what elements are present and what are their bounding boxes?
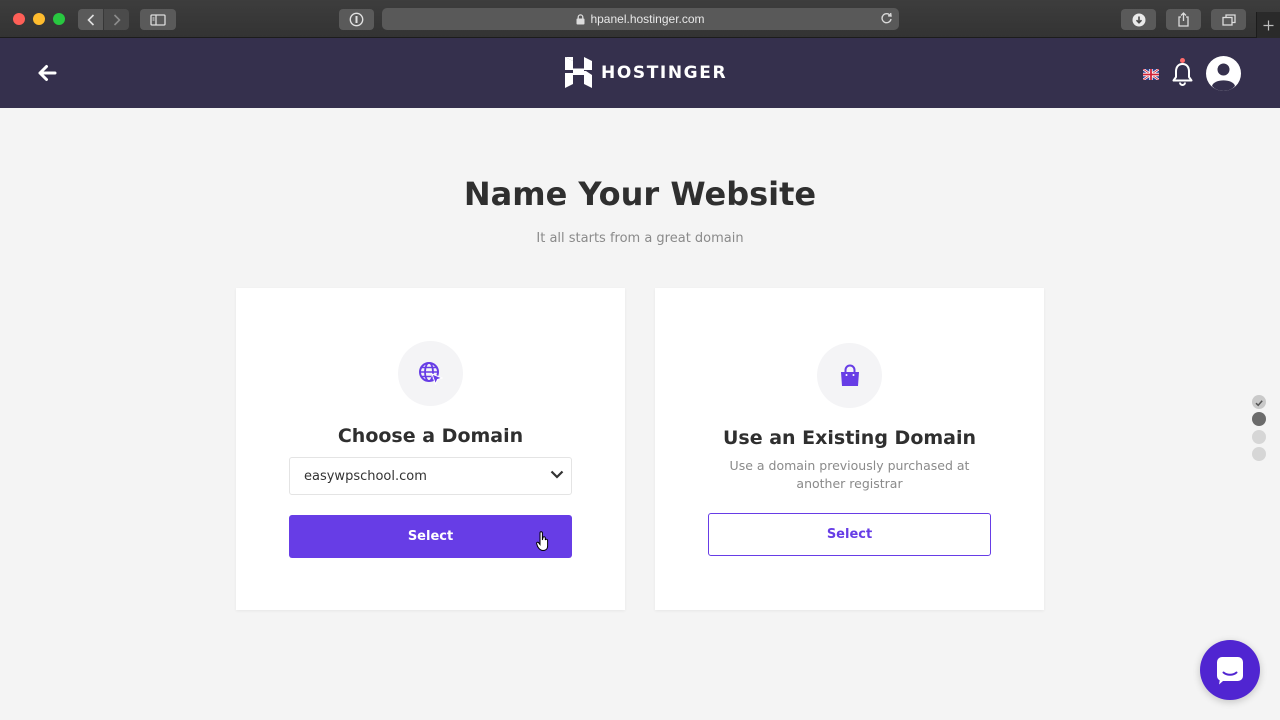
share-button[interactable] — [1166, 9, 1201, 30]
hand-cursor-icon — [536, 531, 549, 551]
user-icon — [1212, 63, 1235, 91]
globe-cursor-icon — [418, 361, 443, 385]
app-header: HOSTINGER — [0, 38, 1280, 108]
chevron-left-icon — [86, 13, 94, 26]
close-window-button[interactable] — [13, 13, 25, 25]
check-icon — [1255, 400, 1263, 407]
step-dot-1[interactable] — [1252, 395, 1266, 409]
existing-domain-select-button[interactable]: Select — [708, 513, 991, 556]
password-manager-button[interactable] — [339, 9, 374, 30]
chat-launcher-button[interactable] — [1200, 640, 1260, 700]
hostinger-logo-icon — [565, 57, 592, 88]
password-icon — [349, 12, 364, 27]
existing-domain-card: Use an Existing Domain Use a domain prev… — [655, 288, 1044, 610]
minimize-window-button[interactable] — [33, 13, 45, 25]
notification-dot — [1180, 58, 1185, 63]
address-bar[interactable]: hpanel.hostinger.com — [382, 8, 899, 30]
step-dot-3[interactable] — [1252, 430, 1266, 444]
existing-domain-icon-wrap — [817, 343, 882, 408]
choose-domain-card: Choose a Domain easywpschool.com Select — [236, 288, 625, 610]
domain-select[interactable]: easywpschool.com — [289, 457, 572, 495]
step-dot-4[interactable] — [1252, 447, 1266, 461]
choose-domain-title: Choose a Domain — [337, 425, 524, 447]
browser-toolbar: hpanel.hostinger.com — [0, 0, 1280, 38]
step-dot-2[interactable] — [1252, 412, 1266, 426]
brand-name: HOSTINGER — [601, 62, 728, 83]
share-icon — [1178, 12, 1189, 27]
browser-forward-button[interactable] — [104, 9, 129, 30]
chevron-down-icon — [550, 470, 564, 479]
url-text: hpanel.hostinger.com — [590, 12, 705, 26]
choose-domain-select-button[interactable]: Select — [289, 515, 572, 558]
download-icon — [1132, 13, 1145, 26]
history-navigation — [78, 9, 129, 30]
shopping-bag-icon — [840, 364, 859, 386]
sidebar-icon — [150, 13, 166, 26]
reload-icon[interactable] — [880, 12, 893, 25]
user-avatar[interactable] — [1206, 56, 1241, 91]
brand-logo[interactable]: HOSTINGER — [565, 57, 727, 88]
new-tab-button[interactable] — [1256, 12, 1280, 38]
zoom-window-button[interactable] — [53, 13, 65, 25]
existing-domain-title: Use an Existing Domain — [722, 427, 977, 449]
chevron-right-icon — [113, 13, 121, 26]
existing-domain-description: Use a domain previously purchased at ano… — [729, 458, 970, 491]
page-subtitle: It all starts from a great domain — [536, 231, 744, 246]
sidebar-toggle-button[interactable] — [140, 9, 176, 30]
tabs-icon — [1221, 13, 1236, 26]
back-arrow-icon[interactable] — [36, 62, 58, 84]
plus-icon — [1263, 20, 1274, 30]
choose-domain-icon-wrap — [398, 341, 463, 406]
chat-icon — [1217, 657, 1243, 685]
uk-flag-icon[interactable] — [1143, 69, 1159, 80]
page-title: Name Your Website — [463, 175, 817, 213]
browser-back-button[interactable] — [78, 9, 103, 30]
tab-overview-button[interactable] — [1211, 9, 1246, 30]
bell-icon[interactable] — [1171, 60, 1194, 87]
lock-icon — [576, 13, 585, 24]
downloads-button[interactable] — [1121, 9, 1156, 30]
domain-select-value: easywpschool.com — [304, 468, 427, 484]
